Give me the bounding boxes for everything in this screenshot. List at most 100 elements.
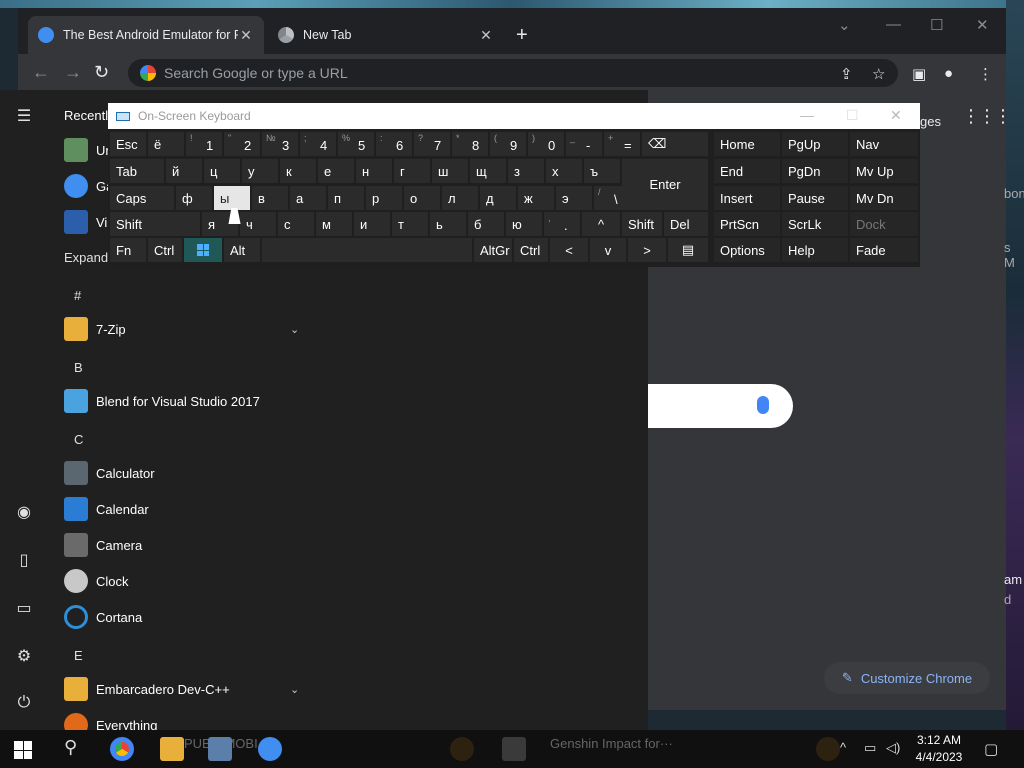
ntp-images-link-fragment[interactable]: ges <box>920 114 941 129</box>
close-tab-icon[interactable]: ✕ <box>478 27 494 44</box>
profile-icon[interactable]: ● <box>944 65 953 82</box>
key-row3-5[interactable]: п <box>328 186 364 210</box>
key-nav-home[interactable]: Home <box>714 132 780 156</box>
key-row2-10[interactable]: з <box>508 159 544 183</box>
chevron-down-icon[interactable]: ⌄ <box>290 323 299 336</box>
chrome-taskbar-icon[interactable] <box>110 737 134 761</box>
key-row1-7[interactable]: :6 <box>376 132 412 156</box>
share-icon[interactable]: ⇪ <box>840 65 853 83</box>
app-embarcadero[interactable]: Embarcadero Dev-C++ ⌄ <box>64 675 299 703</box>
key-nav-insert[interactable]: Insert <box>714 186 780 210</box>
key-row2-9[interactable]: щ <box>470 159 506 183</box>
key-row3-1[interactable]: ф <box>176 186 212 210</box>
maximize-button[interactable]: ☐ <box>930 16 943 34</box>
gameloop-taskbar-icon[interactable] <box>258 737 282 761</box>
pictures-icon[interactable]: ▭ <box>14 598 34 618</box>
search-icon[interactable]: ⚲ <box>64 737 77 758</box>
key-row2-1[interactable]: й <box>166 159 202 183</box>
key-esc[interactable]: Esc <box>110 132 146 156</box>
tab-android-emulator[interactable]: The Best Android Emulator for P ✕ <box>28 16 264 54</box>
osk-minimize-button[interactable]: — <box>800 107 814 123</box>
key-nav-mv-dn[interactable]: Mv Dn <box>850 186 918 210</box>
section-header-b[interactable]: B <box>74 360 83 375</box>
tab-new-tab[interactable]: New Tab ✕ <box>268 16 504 54</box>
key-row3-6[interactable]: р <box>366 186 402 210</box>
key-row3-8[interactable]: л <box>442 186 478 210</box>
key-nav-mv-up[interactable]: Mv Up <box>850 159 918 183</box>
section-header-e[interactable]: E <box>74 648 83 663</box>
key-row1-11[interactable]: ) 0 <box>528 132 564 156</box>
key-nav-prtscn[interactable]: PrtScn <box>714 212 780 236</box>
key-nav-help[interactable]: Help <box>782 238 848 262</box>
ntp-search-box[interactable] <box>648 384 793 428</box>
forward-button[interactable]: → <box>64 62 82 83</box>
key-left-arrow[interactable]: < <box>550 238 588 262</box>
genshin-taskbar-label[interactable]: Genshin Impact for··· <box>550 736 673 751</box>
key-backslash[interactable]: / \ <box>594 186 630 210</box>
key-row3-3[interactable]: в <box>252 186 288 210</box>
key-row1-13[interactable]: + = <box>604 132 640 156</box>
windows-start-button[interactable] <box>14 741 32 759</box>
key-nav-options[interactable]: Options <box>714 238 780 262</box>
key-yo[interactable]: ё <box>148 132 184 156</box>
hamburger-menu-icon[interactable]: ☰ <box>14 106 34 126</box>
key-row1-8[interactable]: ? 7 <box>414 132 450 156</box>
key-row1-10[interactable]: (9 <box>490 132 526 156</box>
app-clock[interactable]: Clock <box>64 567 129 595</box>
key-shift-left[interactable]: Shift <box>110 212 200 236</box>
key-up-arrow[interactable]: ^ <box>582 212 620 236</box>
key-shift-right[interactable]: Shift <box>622 212 662 236</box>
app-calculator[interactable]: Calculator <box>64 459 155 487</box>
app-calendar[interactable]: Calendar <box>64 495 149 523</box>
key-space[interactable] <box>262 238 472 262</box>
key-row4-7[interactable]: ь <box>430 212 466 236</box>
show-hidden-icons-chevron-icon[interactable]: ^ <box>840 740 846 755</box>
app-taskbar-icon[interactable] <box>450 737 474 761</box>
key-nav-nav[interactable]: Nav <box>850 132 918 156</box>
power-icon[interactable]: ⏻ <box>14 694 34 714</box>
chevron-down-icon[interactable]: ⌄ <box>290 683 299 696</box>
osk-close-button[interactable]: ✕ <box>890 107 902 124</box>
notifications-icon[interactable]: ▢ <box>984 740 998 758</box>
key-row1-9[interactable]: * 8 <box>452 132 488 156</box>
key-row2-8[interactable]: ш <box>432 159 468 183</box>
key-nav-end[interactable]: End <box>714 159 780 183</box>
key-row1-4[interactable]: № 3 <box>262 132 298 156</box>
key-row3-4[interactable]: а <box>290 186 326 210</box>
key-del[interactable]: Del <box>664 212 708 236</box>
key-row2-2[interactable]: ц <box>204 159 240 183</box>
key-row4-3[interactable]: с <box>278 212 314 236</box>
voice-search-icon[interactable] <box>757 396 769 414</box>
key-row4-6[interactable]: т <box>392 212 428 236</box>
key-row4-4[interactable]: м <box>316 212 352 236</box>
recent-app-item[interactable]: Vi <box>64 208 107 236</box>
side-panel-icon[interactable]: ▣ <box>912 65 926 83</box>
key-alt[interactable]: Alt <box>224 238 260 262</box>
key-row2-11[interactable]: х <box>546 159 582 183</box>
key-row1-5[interactable]: ; 4 <box>300 132 336 156</box>
key-ctrl-left[interactable]: Ctrl <box>148 238 182 262</box>
key-row4-8[interactable]: б <box>468 212 504 236</box>
section-header-hash[interactable]: # <box>74 288 81 303</box>
close-window-button[interactable]: ✕ <box>976 16 989 34</box>
omnibox[interactable]: Search Google or type a URL <box>128 59 898 87</box>
key-nav-dock[interactable]: Dock <box>850 212 918 236</box>
tray-app-icon[interactable] <box>816 737 840 761</box>
key-row4-9[interactable]: ю <box>506 212 542 236</box>
new-tab-button[interactable]: + <box>516 25 528 45</box>
key-nav-scrlk[interactable]: ScrLk <box>782 212 848 236</box>
key-row2-12[interactable]: ъ <box>584 159 620 183</box>
key-row3-11[interactable]: э <box>556 186 592 210</box>
app-cortana[interactable]: Cortana <box>64 603 142 631</box>
key-row1-3[interactable]: " 2 <box>224 132 260 156</box>
google-apps-icon[interactable]: ⋮⋮⋮ <box>962 107 1012 125</box>
bookmark-star-icon[interactable]: ☆ <box>872 65 885 83</box>
back-button[interactable]: ← <box>32 62 50 83</box>
key-backspace[interactable]: ⌫ <box>642 132 708 156</box>
expand-link[interactable]: Expand <box>64 250 108 265</box>
key-row3-10[interactable]: ж <box>518 186 554 210</box>
key-ctrl-right[interactable]: Ctrl <box>514 238 548 262</box>
recent-app-item[interactable]: Ga <box>64 172 113 200</box>
key-right-arrow[interactable]: > <box>628 238 666 262</box>
key-enter[interactable]: Enter <box>622 159 708 210</box>
